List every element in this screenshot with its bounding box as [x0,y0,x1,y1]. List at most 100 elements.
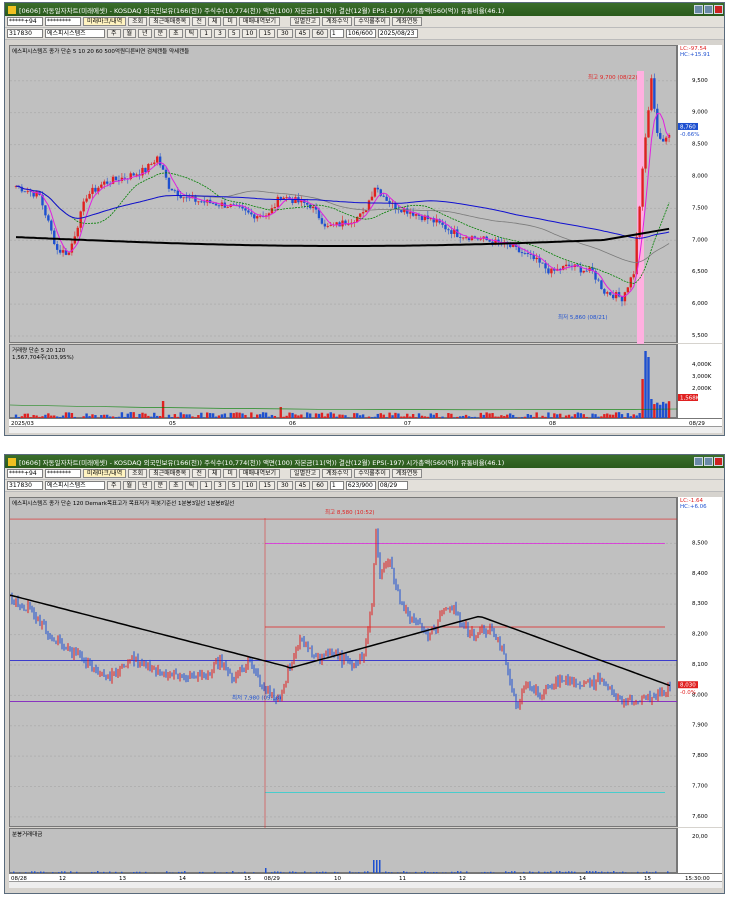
interval-1[interactable]: 1 [200,29,213,38]
period-week[interactable]: 주 [107,29,121,38]
maximize-icon[interactable] [704,5,713,14]
candle-body [567,264,571,266]
recent-stocks-button[interactable]: 최근매매종목 [149,469,191,478]
query-button[interactable]: 조회 [128,469,148,478]
fill-button[interactable]: 체 [207,17,222,26]
bottom-volume-pane[interactable]: 분봉거래대금 [9,828,677,874]
future-mark-button[interactable]: 미래마크/내역 [83,469,127,478]
minimize-icon[interactable] [694,457,703,466]
date-input[interactable]: 2025/08/23 [377,29,418,38]
period-minute[interactable]: 분 [153,481,168,490]
candle-body [626,287,630,293]
candle-body [167,177,171,189]
candle-body [173,190,177,192]
candle-body [653,78,656,109]
candle-body [211,203,215,204]
candle-body [644,137,647,169]
interval-10[interactable]: 10 [241,481,258,490]
candle-body [335,222,338,225]
bottom-scrollbar[interactable] [9,881,722,888]
interval-30[interactable]: 30 [276,29,293,38]
unfilled-button[interactable]: 미 [223,469,237,478]
interval-30[interactable]: 30 [276,481,293,490]
account-input[interactable]: *****+94 [7,17,43,26]
stock-code-input[interactable]: 317830 [7,29,43,38]
candle-body [294,197,297,204]
y-tick-label: 5,500 [692,333,708,339]
top-price-pane[interactable]: 최고 9,700 (08/22) 최저 5,860 (08/21) 에스피시스템즈… [9,45,678,344]
account-input[interactable]: *****+94 [7,469,43,478]
interval-60[interactable]: 60 [312,481,328,490]
interval-1[interactable]: 1 [200,481,213,490]
period-month[interactable]: 월 [122,29,137,38]
maximize-icon[interactable] [704,457,713,466]
all-button[interactable]: 전 [192,469,206,478]
period-minute[interactable]: 분 [153,29,168,38]
future-mark-button[interactable]: 미래마크/내역 [83,17,127,26]
y-tick-label: 8,200 [692,632,708,638]
all-button[interactable]: 전 [192,17,206,26]
count-input[interactable]: 623/900 [345,481,376,490]
interval-input[interactable]: 1 [329,481,344,490]
count-input[interactable]: 106/600 [345,29,376,38]
date-input[interactable]: 08/29 [377,481,408,490]
candle-body [61,250,65,253]
interval-5[interactable]: 5 [227,481,240,490]
password-input[interactable]: ******** [45,469,81,478]
candle-body [253,214,256,219]
candle-body [614,292,618,299]
profit-trend-button[interactable]: 수익률추이 [354,17,390,26]
close-icon[interactable] [714,5,723,14]
period-tick[interactable]: 틱 [184,29,199,38]
interval-3[interactable]: 3 [214,481,226,490]
account-profit-button[interactable]: 계좌수익 [322,17,353,26]
stock-code-input[interactable]: 317830 [7,481,43,490]
stock-name-field[interactable]: 에스피시스템즈 [45,481,105,490]
interval-15[interactable]: 15 [259,29,275,38]
unfilled-button[interactable]: 미 [223,17,237,26]
candle-body [420,215,424,221]
candle-body [144,167,147,173]
period-tick[interactable]: 틱 [184,481,199,490]
period-week[interactable]: 주 [107,481,121,490]
candle-body [164,169,168,178]
stock-name-field[interactable]: 에스피시스템즈 [45,29,105,38]
trade-history-button[interactable]: 매매내역보기 [238,17,281,26]
bottom-title-bar: [0606] 자동일자차트(미래에셋) - KOSDAQ 외국인보유(166(천… [5,455,724,468]
interval-10[interactable]: 10 [241,29,258,38]
query-button[interactable]: 조회 [128,17,148,26]
fill-button[interactable]: 체 [207,469,222,478]
daily-balance-button[interactable]: 일별잔고 [290,17,321,26]
volume-bar [644,351,647,419]
account-profit-button[interactable]: 계좌수익 [322,469,353,478]
top-volume-pane[interactable]: 거래량 단순 5 20 120 1,567,704주(103,95%) [9,344,678,419]
interval-5[interactable]: 5 [227,29,240,38]
candle-body [285,197,288,198]
bottom-price-pane[interactable]: 최고 8,580 (10:52) 최저 7,980 (09:18) 에스피시스템즈… [9,497,678,828]
recent-stocks-button[interactable]: 최근매매종목 [149,17,191,26]
period-month[interactable]: 월 [122,481,137,490]
close-icon[interactable] [714,457,723,466]
interval-15[interactable]: 15 [259,481,275,490]
period-second[interactable]: 초 [169,481,183,490]
trade-history-button[interactable]: 매매내역보기 [238,469,281,478]
period-year[interactable]: 년 [138,481,152,490]
interval-45[interactable]: 45 [294,29,311,38]
minimize-icon[interactable] [694,5,703,14]
y-tick-label: 8,300 [692,601,708,607]
interval-45[interactable]: 45 [294,481,311,490]
account-link-checkbox[interactable]: 계좌연동 [391,17,422,26]
account-link-checkbox[interactable]: 계좌연동 [391,469,422,478]
daily-balance-button[interactable]: 일별잔고 [290,469,321,478]
password-input[interactable]: ******** [45,17,81,26]
interval-3[interactable]: 3 [214,29,226,38]
profit-trend-button[interactable]: 수익률추이 [354,469,390,478]
candle-body [541,262,544,264]
interval-input[interactable]: 1 [329,29,344,38]
volume-bar [656,402,659,419]
top-scrollbar[interactable] [9,426,722,433]
period-year[interactable]: 년 [138,29,152,38]
interval-60[interactable]: 60 [312,29,328,38]
candle-body [444,224,447,230]
period-second[interactable]: 초 [169,29,183,38]
